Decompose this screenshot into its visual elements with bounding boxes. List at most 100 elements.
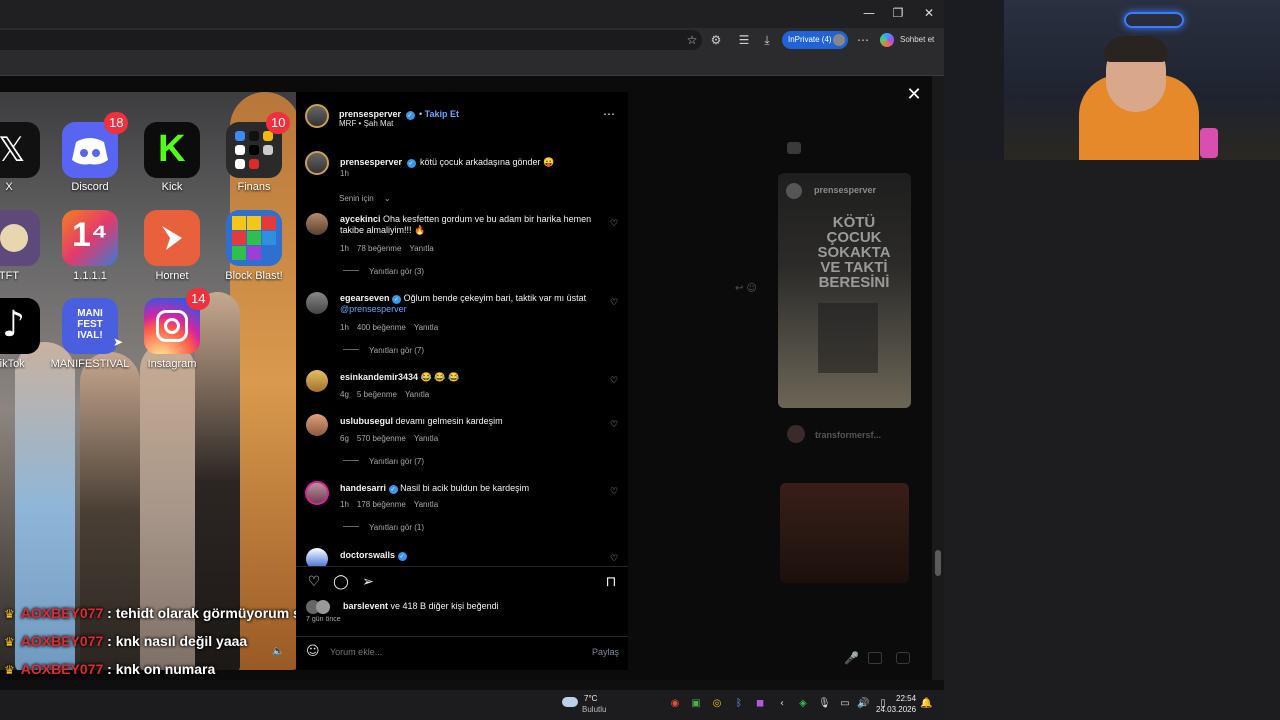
author-avatar[interactable] — [305, 104, 329, 128]
card-avatar — [786, 183, 802, 199]
1111-app-icon[interactable]: 1⁴ — [62, 210, 118, 266]
weather-desc[interactable]: Bulutlu — [582, 705, 606, 714]
view-replies-button[interactable]: Yanıtları gör (7) — [343, 346, 424, 355]
view-replies-button[interactable]: Yanıtları gör (1) — [343, 523, 424, 532]
tray-app-icon[interactable]: ◉ — [669, 698, 681, 710]
like-comment-icon[interactable]: ♡ — [610, 554, 620, 564]
comment-username[interactable]: egearseven — [340, 293, 390, 303]
inprivate-button[interactable]: InPrivate (4) — [782, 31, 848, 49]
mute-icon[interactable]: 🔈 — [272, 646, 284, 657]
commenter-avatar[interactable] — [306, 414, 328, 436]
volume-icon[interactable]: 🔊 — [857, 698, 869, 710]
tray-app-icon[interactable]: ▣ — [690, 698, 702, 710]
app-glyph: MANI FEST IVAL! — [77, 308, 103, 341]
commenter-avatar[interactable] — [306, 213, 328, 235]
kick-app-icon[interactable]: K — [144, 122, 200, 178]
author-username[interactable]: prensesperver — [339, 109, 401, 119]
comment-likes[interactable]: 178 beğenme — [357, 500, 406, 509]
clock-date[interactable]: 24.03.2026 — [876, 705, 916, 714]
save-bookmark-icon[interactable]: ⊓ — [603, 574, 619, 590]
comment-body: handesarri ✓ Nasil bi acik buldun be kar… — [340, 483, 602, 494]
minimize-button[interactable]: — — [862, 6, 876, 20]
tft-app-icon[interactable] — [0, 210, 40, 266]
drink-can — [1200, 128, 1218, 158]
close-window-button[interactable]: ✕ — [922, 6, 936, 20]
hornet-app-icon[interactable] — [144, 210, 200, 266]
reply-button[interactable]: Yanıtla — [405, 390, 429, 399]
emoji-icon[interactable]: ☺ — [306, 644, 320, 659]
like-comment-icon[interactable]: ♡ — [610, 487, 620, 497]
comment-likes[interactable]: 400 beğenme — [357, 323, 406, 332]
notification-bell-icon[interactable]: 🔔 — [920, 698, 932, 710]
comment-username[interactable]: uslubusegul — [340, 416, 393, 426]
maximize-button[interactable]: ❐ — [891, 6, 905, 20]
comment-time: 4g — [340, 390, 349, 399]
comment-icon[interactable]: ◯ — [333, 574, 349, 590]
comment-username[interactable]: esinkandemir3434 — [340, 372, 418, 382]
card-avatar — [787, 425, 805, 443]
bookmarks-bar — [0, 54, 944, 76]
download-icon[interactable]: ⤓ — [760, 33, 774, 47]
view-replies-button[interactable]: Yanıtları gör (3) — [343, 267, 424, 276]
comment-mention[interactable]: @prensesperver — [340, 304, 407, 314]
extensions-icon[interactable]: ⚙ — [709, 33, 723, 47]
address-bar[interactable] — [0, 30, 702, 50]
suggested-reel-card-2[interactable] — [780, 483, 909, 583]
star-icon[interactable]: ☆ — [685, 33, 699, 47]
caption-username[interactable]: prensesperver — [340, 157, 402, 167]
reply-button[interactable]: Yanıtla — [414, 434, 438, 443]
clock-time[interactable]: 22:54 — [896, 694, 916, 703]
reply-button[interactable]: Yanıtla — [414, 500, 438, 509]
tray-app-icon[interactable]: ◈ — [797, 698, 809, 710]
manifestival-app-icon[interactable]: MANI FEST IVAL! — [62, 298, 118, 354]
microphone-tray-icon[interactable]: 🎙 — [818, 698, 831, 710]
comment-text: devamı gelmesin kardeşim — [395, 416, 503, 426]
bluetooth-icon[interactable]: ᛒ — [733, 698, 745, 710]
close-icon[interactable]: ✕ — [905, 86, 923, 104]
favorites-icon[interactable]: ☰ — [737, 33, 751, 47]
like-comment-icon[interactable]: ♡ — [610, 376, 620, 386]
sort-dropdown[interactable]: Senin için ⌄ — [339, 194, 399, 203]
more-options-icon[interactable]: ⋯ — [603, 107, 615, 121]
scrollbar-thumb[interactable] — [935, 550, 941, 576]
reply-button[interactable]: Yanıtla — [409, 244, 433, 253]
chevron-down-icon: ⌄ — [383, 194, 391, 203]
mouse-cursor-icon: ➤ — [113, 335, 124, 349]
comment-username[interactable]: handesarri — [340, 483, 386, 493]
more-icon[interactable]: ⋯ — [856, 33, 870, 47]
comment-likes[interactable]: 5 beğenme — [357, 390, 397, 399]
post-comment-button[interactable]: Paylaş — [592, 647, 619, 657]
block-blast-app-icon[interactable] — [226, 210, 282, 266]
weather-temp[interactable]: 7°C — [584, 694, 597, 703]
view-replies-button[interactable]: Yanıtları gör (7) — [343, 457, 424, 466]
like-comment-icon[interactable]: ♡ — [610, 420, 620, 430]
like-comment-icon[interactable]: ♡ — [610, 298, 620, 308]
copilot-button[interactable]: Sohbet et — [880, 31, 934, 49]
commenter-avatar[interactable] — [305, 481, 329, 505]
likes-summary[interactable]: barslevent ve 418 B diğer kişi beğendi — [343, 601, 499, 612]
scrollbar[interactable] — [932, 76, 944, 680]
suggested-reel-card[interactable]: prensesperver KÖTÜ ÇOCUK SOKAKTA VE TAKT… — [778, 173, 911, 408]
app-label: 1.1.1.1 — [73, 270, 107, 282]
tray-app-icon[interactable]: ◎ — [711, 698, 723, 710]
x-app-icon[interactable]: 𝕏 — [0, 122, 40, 178]
comment-username[interactable]: aycekinci — [340, 214, 381, 224]
like-comment-icon[interactable]: ♡ — [610, 219, 620, 229]
share-icon[interactable]: ➢ — [360, 574, 376, 590]
comment-username[interactable]: doctorswalls — [340, 550, 395, 560]
comment-likes[interactable]: 570 beğenme — [357, 434, 406, 443]
comment-likes[interactable]: 78 beğenme — [357, 244, 401, 253]
tray-app-icon[interactable]: ◼ — [754, 698, 766, 710]
caption-avatar[interactable] — [305, 151, 329, 175]
reply-button[interactable]: Yanıtla — [414, 323, 438, 332]
comment-input[interactable] — [330, 644, 570, 660]
tray-chevron-icon[interactable]: ‹ — [776, 698, 788, 710]
post-audio-subtitle[interactable]: MRF • Şah Mat — [339, 119, 393, 128]
follow-button[interactable]: Takip Et — [425, 109, 459, 119]
reel-video[interactable]: 𝕏 X 18 Discord K Kick 10 Finans TFT 1⁴ 1… — [0, 92, 296, 670]
tiktok-app-icon[interactable]: ♪ — [0, 298, 40, 354]
network-icon[interactable]: ▭ — [839, 698, 851, 710]
commenter-avatar[interactable] — [306, 370, 328, 392]
commenter-avatar[interactable] — [306, 292, 328, 314]
like-post-icon[interactable]: ♡ — [306, 574, 322, 590]
